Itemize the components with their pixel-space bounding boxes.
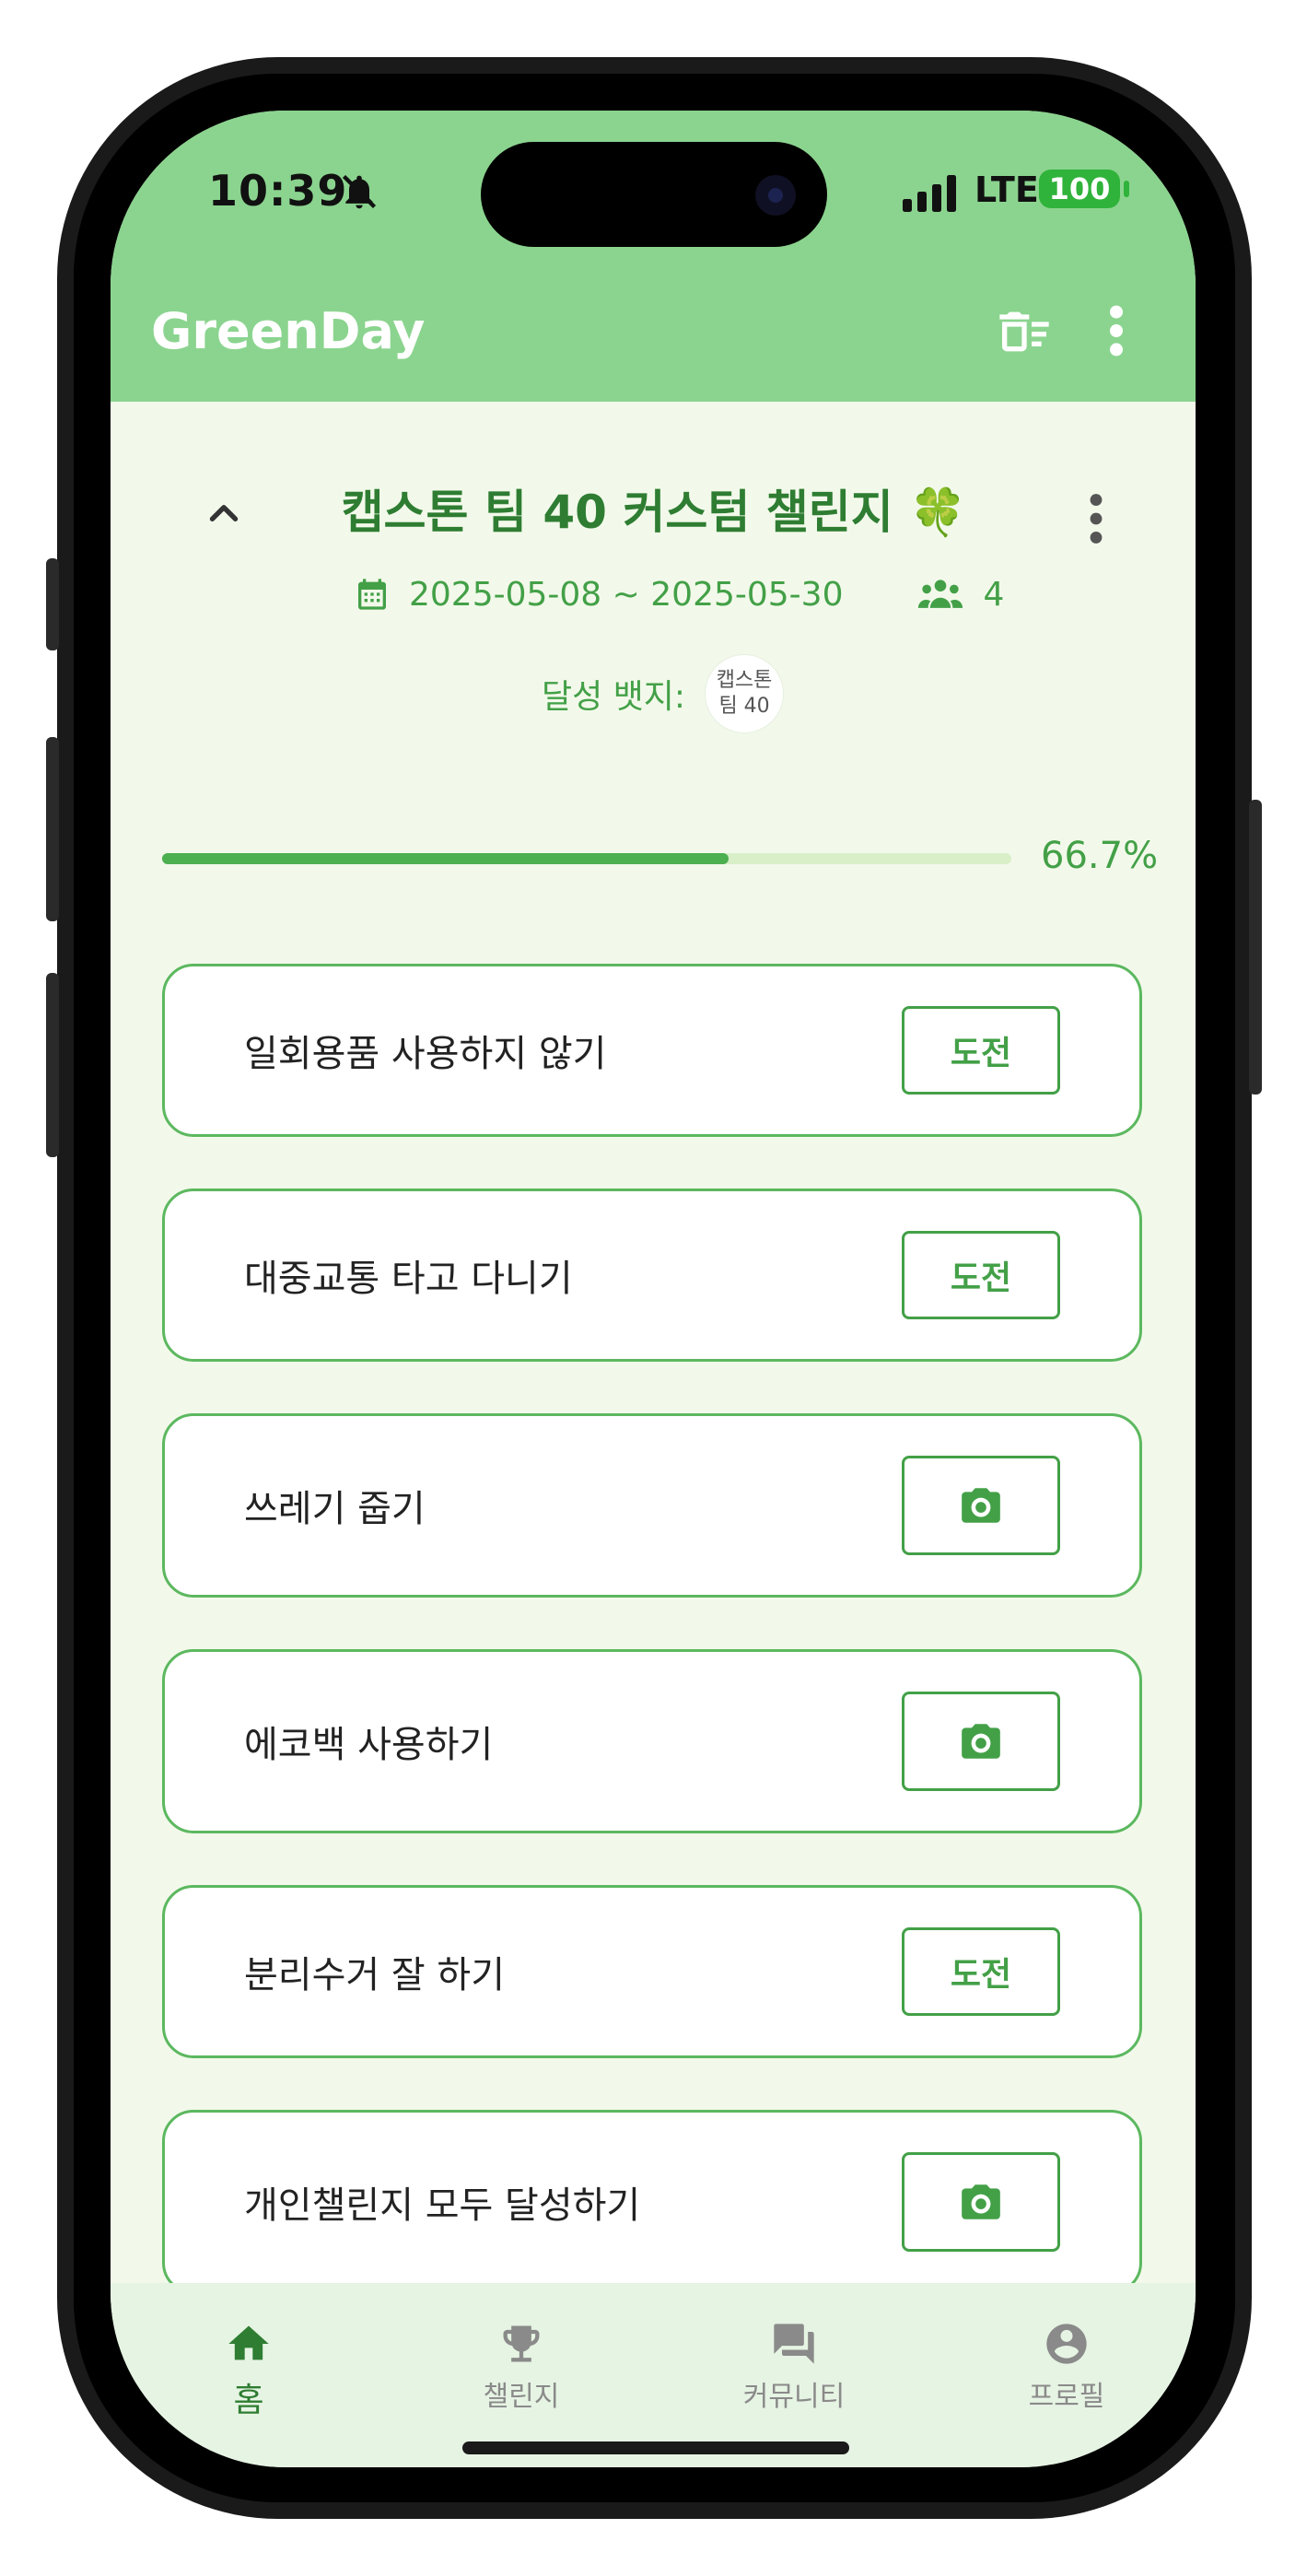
- trophy-icon: [503, 2325, 540, 2362]
- silent-switch: [46, 558, 59, 650]
- task-label: 에코백 사용하기: [244, 1724, 494, 1766]
- nav-community[interactable]: 커뮤니티: [720, 2320, 868, 2414]
- battery-indicator: 100: [1039, 170, 1120, 208]
- nav-challenge[interactable]: 챌린지: [448, 2320, 595, 2414]
- forum-icon: [774, 2324, 814, 2364]
- home-indicator: [462, 2441, 849, 2454]
- task-card: 개인챌린지 모두 달성하기: [162, 2110, 1142, 2294]
- calendar-icon: [358, 579, 386, 610]
- task-label: 분리수거 잘 하기: [244, 1954, 506, 1996]
- challenge-button[interactable]: 도전: [902, 1006, 1060, 1095]
- delete-sweep-icon[interactable]: [995, 302, 1054, 361]
- challenge-more-icon[interactable]: [1078, 486, 1114, 551]
- progress-fill: [162, 853, 729, 864]
- home-content: 캡스톤 팀 40 커스텀 챌린지 🍀 2025-05-08 ~ 2025-05-…: [111, 402, 1196, 2340]
- task-card: 에코백 사용하기: [162, 1649, 1142, 1833]
- power-button: [1249, 800, 1262, 1095]
- nav-profile[interactable]: 프로필: [993, 2320, 1140, 2414]
- badge-row: 달성 뱃지: 캡스톤 팀 40: [542, 652, 784, 735]
- nav-label-challenge: 챌린지: [483, 2381, 560, 2413]
- task-label: 일회용품 사용하지 않기: [244, 1033, 607, 1075]
- member-count: 4: [983, 575, 1005, 614]
- front-camera: [755, 175, 796, 216]
- badge-text-line2: 팀 40: [718, 695, 770, 718]
- volume-up-button: [46, 737, 59, 921]
- bell-off-icon: [342, 174, 377, 209]
- camera-icon: [962, 1724, 1000, 1759]
- more-vert-icon[interactable]: [1098, 299, 1135, 363]
- camera-upload-button[interactable]: [902, 2152, 1060, 2252]
- task-card: 대중교통 타고 다니기 도전: [162, 1188, 1142, 1362]
- dynamic-island: [481, 142, 827, 247]
- challenge-title: 캡스톤 팀 40 커스텀 챌린지 🍀: [341, 486, 967, 539]
- network-type: LTE: [974, 170, 1039, 210]
- camera-icon: [962, 1488, 1000, 1523]
- app-title: GreenDay: [151, 302, 426, 360]
- nav-home[interactable]: 홈: [175, 2320, 322, 2421]
- status-time: 10:39: [208, 166, 348, 216]
- volume-down-button: [46, 973, 59, 1157]
- screen: 10:39 LTE 100 GreenDay 캡스톤 팀 40 커스텀 챌린지 …: [111, 111, 1196, 2467]
- camera-icon: [962, 2184, 1000, 2219]
- task-card: 일회용품 사용하지 않기 도전: [162, 964, 1142, 1137]
- battery-tip: [1124, 181, 1129, 197]
- challenge-button[interactable]: 도전: [902, 1231, 1060, 1319]
- task-card: 쓰레기 줍기: [162, 1413, 1142, 1598]
- account-circle-icon: [1046, 2324, 1087, 2364]
- top-app-bar: 10:39 LTE 100 GreenDay: [111, 111, 1196, 402]
- challenge-meta: 2025-05-08 ~ 2025-05-30 4: [354, 571, 1004, 617]
- bottom-navigation: 홈 챌린지 커뮤니티 프로필: [111, 2283, 1196, 2467]
- nav-label-home: 홈: [233, 2382, 264, 2419]
- group-icon: [918, 580, 963, 608]
- signal-icon: [903, 175, 956, 212]
- badge-text-line1: 캡스톤: [716, 669, 773, 692]
- progress-bar: [162, 853, 1011, 864]
- progress-percent: 66.7%: [1041, 835, 1159, 877]
- task-label: 대중교통 타고 다니기: [244, 1258, 573, 1300]
- nav-label-profile: 프로필: [1028, 2381, 1105, 2413]
- home-icon: [228, 2325, 269, 2360]
- badge-label: 달성 뱃지:: [542, 678, 686, 716]
- challenge-date-range: 2025-05-08 ~ 2025-05-30: [409, 575, 844, 614]
- task-label: 개인챌린지 모두 달성하기: [244, 2184, 641, 2227]
- nav-label-community: 커뮤니티: [742, 2381, 846, 2413]
- camera-upload-button[interactable]: [902, 1456, 1060, 1555]
- challenge-button[interactable]: 도전: [902, 1927, 1060, 2016]
- task-card: 분리수거 잘 하기 도전: [162, 1885, 1142, 2058]
- task-label: 쓰레기 줍기: [244, 1488, 426, 1530]
- achievement-badge: 캡스톤 팀 40: [706, 655, 784, 732]
- camera-upload-button[interactable]: [902, 1692, 1060, 1791]
- chevron-up-icon[interactable]: [201, 490, 247, 536]
